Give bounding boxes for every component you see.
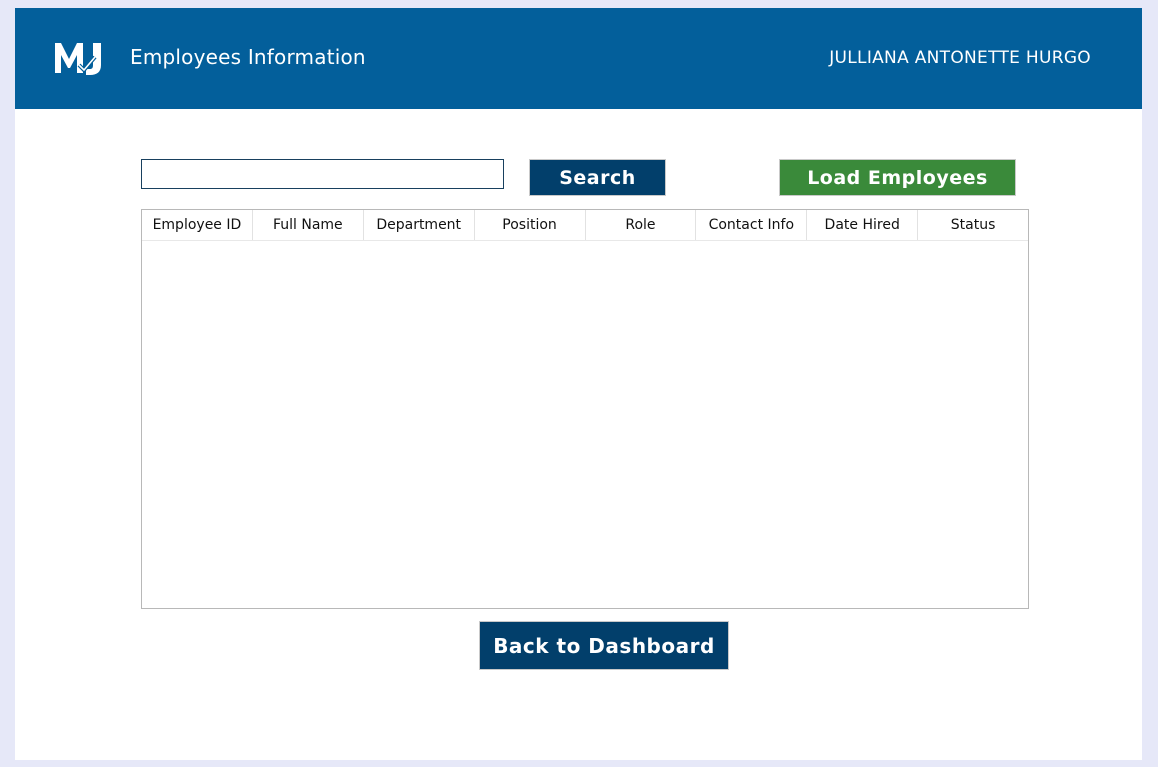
window-frame: Employees Information JULLIANA ANTONETTE… — [0, 0, 1158, 767]
table-body — [142, 241, 1028, 608]
column-header-date-hired[interactable]: Date Hired — [807, 210, 919, 240]
employees-table[interactable]: Employee ID Full Name Department Positio… — [141, 209, 1029, 609]
column-header-employee-id[interactable]: Employee ID — [142, 210, 253, 240]
column-header-role[interactable]: Role — [586, 210, 697, 240]
mj-logo-icon — [55, 43, 101, 75]
employees-window: Employees Information JULLIANA ANTONETTE… — [15, 8, 1142, 760]
search-button[interactable]: Search — [529, 159, 666, 196]
column-header-department[interactable]: Department — [364, 210, 475, 240]
app-header: Employees Information JULLIANA ANTONETTE… — [15, 8, 1142, 109]
column-header-full-name[interactable]: Full Name — [253, 210, 364, 240]
page-title: Employees Information — [130, 45, 366, 69]
search-input[interactable] — [141, 159, 504, 189]
table-header: Employee ID Full Name Department Positio… — [142, 210, 1028, 241]
back-to-dashboard-button[interactable]: Back to Dashboard — [479, 621, 729, 670]
column-header-contact-info[interactable]: Contact Info — [696, 210, 808, 240]
column-header-position[interactable]: Position — [475, 210, 586, 240]
column-header-status[interactable]: Status — [918, 210, 1028, 240]
load-employees-button[interactable]: Load Employees — [779, 159, 1016, 196]
user-name: JULLIANA ANTONETTE HURGO — [829, 48, 1091, 68]
